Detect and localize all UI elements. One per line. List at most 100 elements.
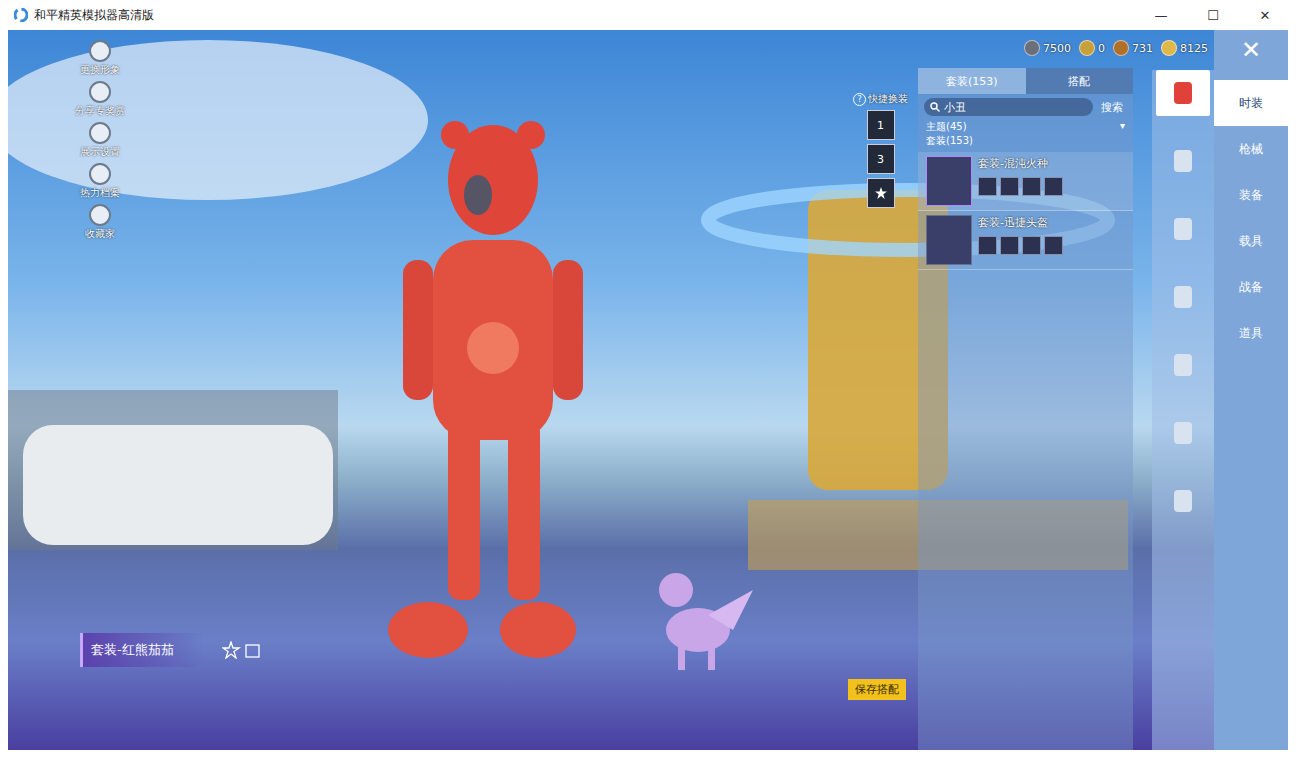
category-column: 时装枪械装备载具战备道具 <box>1214 70 1288 750</box>
outfit-thumbnail <box>926 215 972 265</box>
save-button[interactable]: 保存搭配 <box>848 679 906 700</box>
search-value: 小丑 <box>944 100 966 115</box>
currency-amount: 7500 <box>1043 42 1071 55</box>
category-tab[interactable]: 载具 <box>1214 218 1288 264</box>
catalog-tab[interactable]: 搭配 <box>1026 68 1134 94</box>
help-icon[interactable]: ? <box>853 93 866 106</box>
left-menu-item[interactable]: 收藏家 <box>72 204 128 241</box>
category-tab[interactable]: 战备 <box>1214 264 1288 310</box>
outfit-part-icon <box>1044 236 1063 255</box>
quick-change-header: ?快捷换装 <box>853 92 908 106</box>
coin-icon <box>1113 40 1129 56</box>
clothing-icon <box>1174 422 1192 444</box>
menu-item-label: 热力档案 <box>80 186 120 200</box>
menu-item-label: 展示设置 <box>80 145 120 159</box>
quick-change-slot[interactable]: 3 <box>867 144 895 174</box>
quick-change-slot[interactable] <box>867 178 895 208</box>
menu-item-label: 更换形象 <box>80 63 120 77</box>
currency-amount: 731 <box>1132 42 1153 55</box>
currency-amount: 0 <box>1098 42 1105 55</box>
category-tab[interactable]: 道具 <box>1214 310 1288 356</box>
quick-change: ?快捷换装 1 3 <box>853 92 908 208</box>
catalog-tab[interactable]: 套装(153) <box>918 68 1026 94</box>
outfit-part-icon <box>1000 177 1019 196</box>
outfit-parts <box>978 236 1063 255</box>
clothing-icon <box>1174 150 1192 172</box>
search-row: 小丑 搜索 <box>918 94 1133 120</box>
section-label: 套装(153) <box>918 134 1133 152</box>
character-icon <box>388 121 583 658</box>
window-control[interactable]: ☐ <box>1190 8 1236 23</box>
left-menu-item[interactable]: 更换形象 <box>72 40 128 77</box>
icon-tab[interactable] <box>1156 206 1210 252</box>
outfit-item[interactable]: 套装-混沌火种 <box>918 152 1133 211</box>
outfit-name: 套装-混沌火种 <box>978 156 1063 171</box>
outfit-part-icon <box>978 177 997 196</box>
search-icon <box>930 102 940 112</box>
outfit-item-body: 套装-迅捷头盔 <box>978 215 1063 265</box>
category-tab[interactable]: 时装 <box>1214 80 1288 126</box>
close-button[interactable]: ✕ <box>1214 30 1288 70</box>
clothing-icon <box>1174 218 1192 240</box>
menu-item-icon <box>89 204 111 226</box>
menu-item-icon <box>89 81 111 103</box>
star-icon <box>875 187 887 199</box>
window-title: 和平精英模拟器高清版 <box>34 7 1132 24</box>
category-tab[interactable]: 枪械 <box>1214 126 1288 172</box>
search-button[interactable]: 搜索 <box>1097 100 1127 115</box>
outfit-name: 套装-迅捷头盔 <box>978 215 1063 230</box>
clothing-icon <box>1174 286 1192 308</box>
clothing-icon <box>1174 354 1192 376</box>
car-icon <box>23 425 333 545</box>
currency: 731 <box>1113 40 1153 56</box>
catalog-panel: 套装(153)搭配小丑搜索主题(45)▾套装(153)套装-混沌火种套装-迅捷头… <box>918 68 1133 750</box>
outfit-part-icon <box>1022 177 1041 196</box>
left-menu-item[interactable]: 热力档案 <box>72 163 128 200</box>
search-field[interactable]: 小丑 <box>924 98 1093 116</box>
coin-icon <box>1024 40 1040 56</box>
window-control[interactable]: ✕ <box>1242 8 1288 23</box>
currency-bar: 7500 0 731 8125 <box>1024 40 1208 56</box>
icon-tab[interactable] <box>1156 342 1210 388</box>
currency: 8125 <box>1161 40 1208 56</box>
game-screen: 更换形象分享专奖赏展示设置热力档案收藏家750007318125✕?快捷换装13… <box>8 30 1288 750</box>
catalog-tabs: 套装(153)搭配 <box>918 68 1133 94</box>
category-nav: 时装枪械装备载具战备道具 <box>1152 70 1288 750</box>
quick-change-slot[interactable]: 1 <box>867 110 895 140</box>
outfit-tag: 套装-红熊茄茄 <box>80 633 262 667</box>
current-outfit-name: 套装-红熊茄茄 <box>80 633 204 667</box>
icon-tab-column <box>1152 70 1214 750</box>
outfit-part-icon <box>1044 177 1063 196</box>
clothing-icon <box>1174 490 1192 512</box>
outfit-part-icon <box>1022 236 1041 255</box>
icon-tab[interactable] <box>1156 138 1210 184</box>
currency-amount: 8125 <box>1180 42 1208 55</box>
quick-change-label: 快捷换装 <box>868 92 908 106</box>
icon-tab[interactable] <box>1156 70 1210 116</box>
outfit-thumbnail <box>926 156 972 206</box>
left-menu-item[interactable]: 分享专奖赏 <box>72 81 128 118</box>
favorite-share-icon[interactable] <box>222 641 262 659</box>
currency: 7500 <box>1024 40 1071 56</box>
icon-tab[interactable] <box>1156 274 1210 320</box>
emulator-window: 和平精英模拟器高清版 — ☐ ✕ 更换形象分享专奖赏展示设置热力档案收藏家 7500 0 73… <box>0 0 1296 759</box>
category-tab[interactable]: 装备 <box>1214 172 1288 218</box>
icon-tab[interactable] <box>1156 478 1210 524</box>
theme-filter[interactable]: 主题(45)▾ <box>918 120 1133 134</box>
currency: 0 <box>1079 40 1105 56</box>
menu-item-icon <box>89 40 111 62</box>
menu-item-label: 收藏家 <box>85 227 115 241</box>
coin-icon <box>1079 40 1095 56</box>
window-control[interactable]: — <box>1138 8 1184 23</box>
icon-tab[interactable] <box>1156 410 1210 456</box>
menu-item-icon <box>89 122 111 144</box>
title-bar: 和平精英模拟器高清版 — ☐ ✕ <box>0 0 1296 30</box>
outfit-item[interactable]: 套装-迅捷头盔 <box>918 211 1133 270</box>
left-menu: 更换形象分享专奖赏展示设置热力档案收藏家 <box>72 40 128 241</box>
clothing-icon <box>1174 82 1192 104</box>
menu-item-label: 分享专奖赏 <box>75 104 125 118</box>
filter-label: 主题(45) <box>926 120 967 134</box>
coin-icon <box>1161 40 1177 56</box>
pony-icon <box>659 573 753 670</box>
left-menu-item[interactable]: 展示设置 <box>72 122 128 159</box>
